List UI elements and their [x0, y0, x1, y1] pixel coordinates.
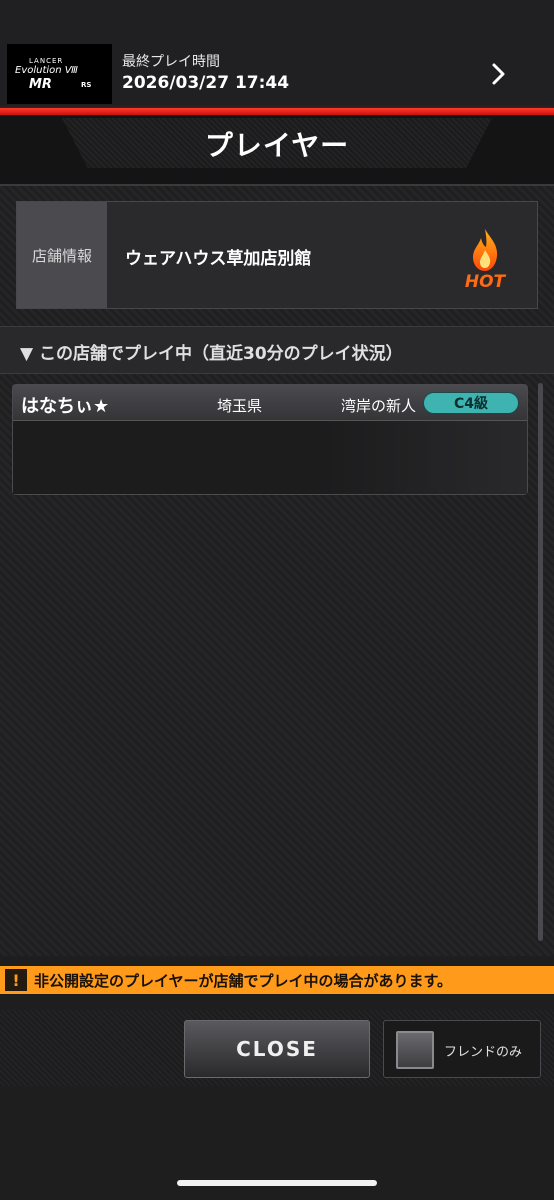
section-title: ▼ この店舗でプレイ中（直近30分のプレイ状況） [20, 344, 403, 364]
last-play-time: 2026/03/27 17:44 [122, 73, 290, 93]
list-scrollbar[interactable] [538, 383, 543, 941]
last-play-label: 最終プレイ時間 [122, 54, 220, 70]
page-title: プレイヤー [204, 129, 350, 162]
player-card[interactable]: はなちぃ★ 埼玉県 湾岸の新人 C4級 [12, 384, 528, 495]
car-logo-line2: Evolution Ⅷ [15, 65, 78, 76]
car-logo-line1: LANCER [29, 57, 64, 65]
player-prefecture: 埼玉県 [217, 397, 263, 415]
class-badge: C4級 [423, 392, 519, 414]
header-accent-line [0, 108, 554, 115]
chevron-right-icon[interactable] [488, 62, 508, 86]
player-card-header: はなちぃ★ 埼玉県 湾岸の新人 C4級 [13, 385, 527, 421]
player-card-body [13, 421, 527, 494]
hot-badge: HOT [459, 228, 511, 298]
car-logo: LANCER Evolution Ⅷ MR RS [7, 44, 112, 104]
car-logo-line4: RS [81, 81, 92, 89]
store-info-box: 店舗情報 ウェアハウス草加店別館 HOT [16, 201, 538, 309]
hot-label: HOT [464, 272, 506, 292]
warning-icon: ! [5, 969, 27, 991]
close-button[interactable]: CLOSE [184, 1020, 370, 1078]
friend-only-toggle[interactable]: フレンドのみ [383, 1020, 541, 1078]
player-title: 湾岸の新人 [341, 397, 417, 415]
player-name: はなちぃ★ [21, 396, 110, 417]
friend-only-checkbox[interactable] [396, 1031, 434, 1069]
car-logo-line3: MR [29, 77, 52, 92]
store-info-label: 店舗情報 [17, 202, 107, 308]
friend-only-label: フレンドのみ [444, 1045, 523, 1060]
flame-icon [473, 229, 498, 271]
store-name: ウェアハウス草加店別館 [125, 249, 312, 269]
home-indicator[interactable] [177, 1180, 377, 1186]
notice-text: 非公開設定のプレイヤーが店舗でプレイ中の場合があります。 [34, 972, 453, 990]
